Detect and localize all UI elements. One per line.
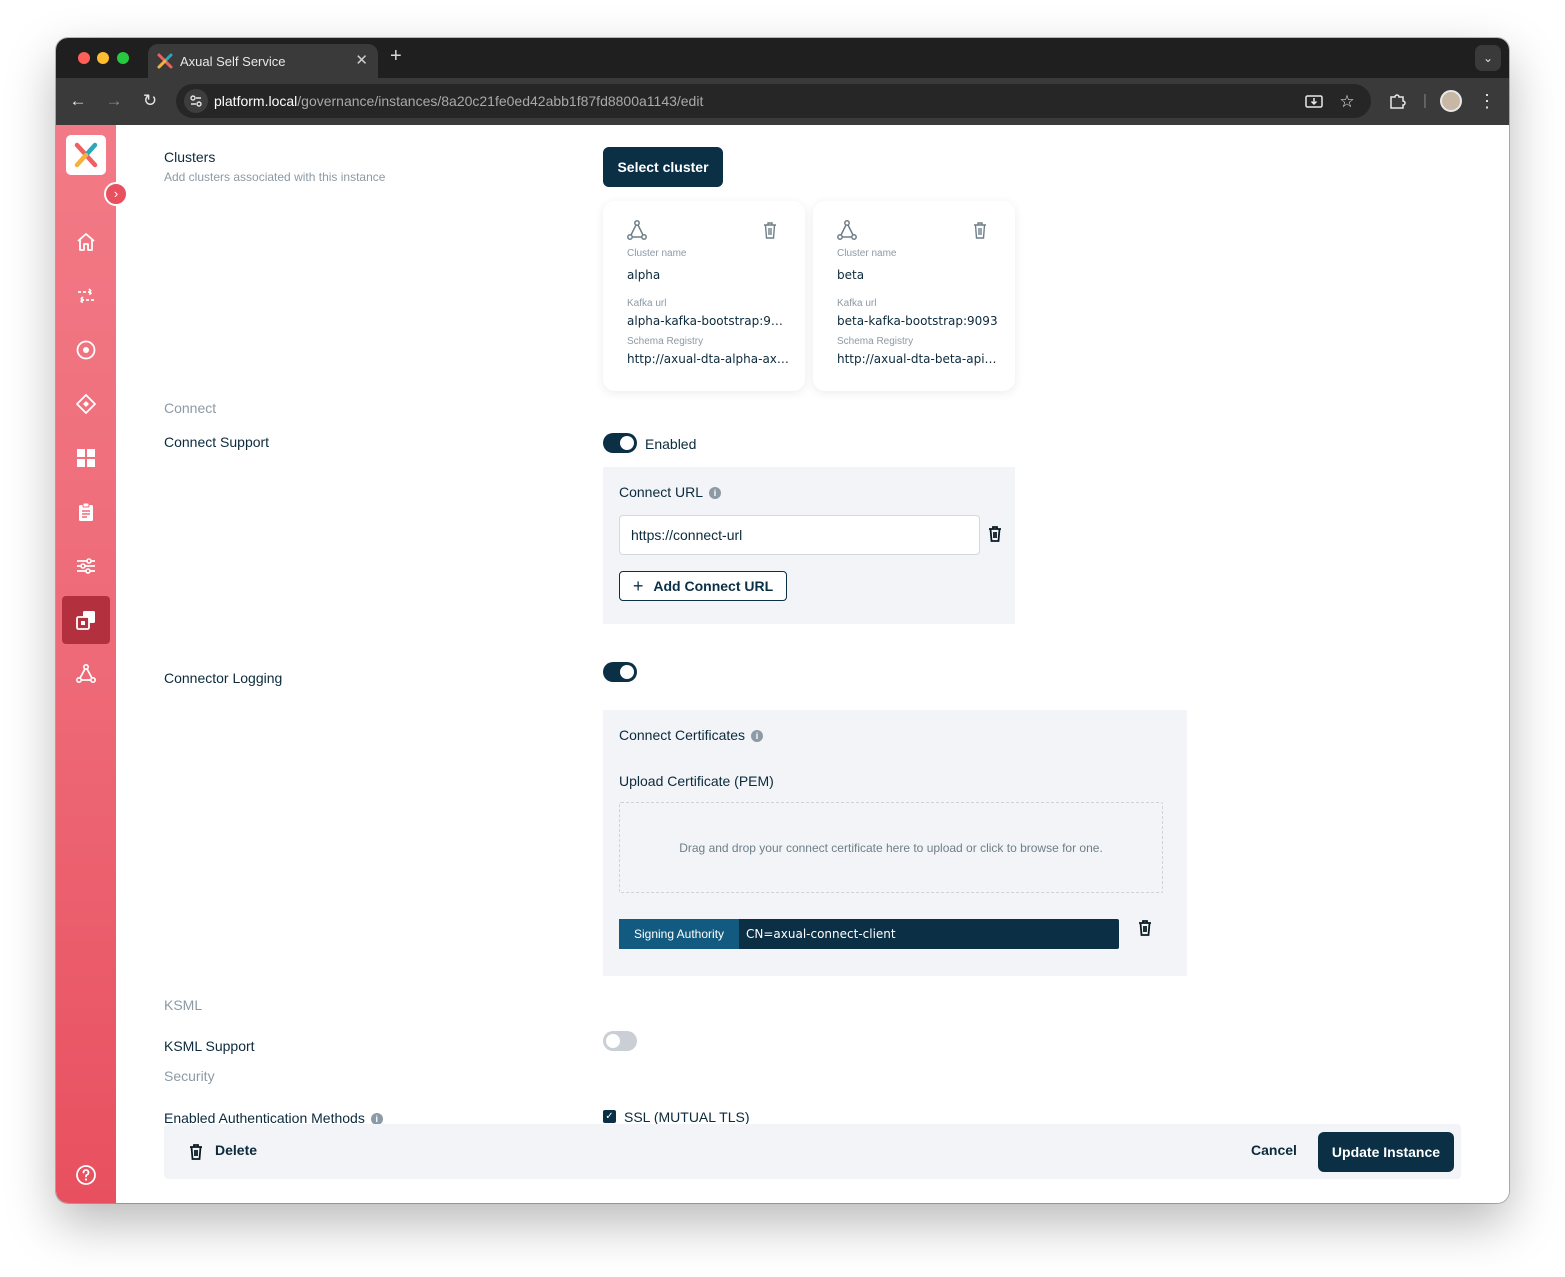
certificate-row: Signing Authority CN=axual-connect-clien… xyxy=(619,919,1119,949)
address-bar[interactable]: platform.local/governance/instances/8a20… xyxy=(176,84,1371,118)
reload-icon[interactable]: ↻ xyxy=(138,89,162,113)
ksml-section-title: KSML xyxy=(164,997,203,1013)
schema-registry-key: Schema Registry xyxy=(837,336,914,347)
connector-logging-label: Connector Logging xyxy=(164,670,283,686)
signing-authority-tag: Signing Authority xyxy=(619,919,739,949)
ksml-support-toggle[interactable] xyxy=(603,1031,637,1051)
connector-logging-toggle[interactable] xyxy=(603,662,637,682)
connect-url-panel: Connect URL i https://connect-url + Add Co… xyxy=(603,467,1015,624)
cluster-icon xyxy=(837,220,857,240)
instances-icon[interactable] xyxy=(74,608,98,632)
update-instance-button[interactable]: Update Instance xyxy=(1318,1132,1454,1172)
plus-icon: + xyxy=(632,575,644,596)
url-text: platform.local/governance/instances/8a20… xyxy=(214,93,704,109)
cluster-icon xyxy=(627,220,647,240)
dropzone-text: Drag and drop your connect certificate h… xyxy=(679,841,1103,855)
back-arrow-icon[interactable]: ← xyxy=(66,89,90,113)
connect-support-state: Enabled xyxy=(645,436,697,452)
tab-strip: Axual Self Service ✕ + ⌄ xyxy=(56,38,1509,78)
sidebar xyxy=(56,125,116,1203)
swap-arrows-icon[interactable] xyxy=(74,284,98,308)
clusters-label: Clusters xyxy=(164,149,216,165)
info-icon[interactable]: i xyxy=(709,487,722,499)
connect-support-label: Connect Support xyxy=(164,434,270,450)
site-settings-icon[interactable] xyxy=(184,89,208,113)
target-icon[interactable] xyxy=(74,338,98,362)
clipboard-icon[interactable] xyxy=(74,500,98,524)
toggle-knob xyxy=(620,665,634,679)
app-root: › Clusters Add clusters associated with … xyxy=(56,125,1509,1203)
schema-registry-key: Schema Registry xyxy=(627,336,704,347)
expand-sidebar-chevron-icon[interactable]: › xyxy=(104,182,128,206)
toggle-knob xyxy=(606,1034,620,1048)
diamond-icon[interactable] xyxy=(74,392,98,416)
tab-title: Axual Self Service xyxy=(180,54,286,69)
minimize-window-button[interactable] xyxy=(97,52,109,64)
add-connect-url-button[interactable]: + Add Connect URL xyxy=(619,571,787,601)
grid-icon[interactable] xyxy=(74,446,98,470)
help-icon[interactable] xyxy=(74,1163,98,1187)
info-icon[interactable]: i xyxy=(751,730,764,742)
cluster-name-key: Cluster name xyxy=(627,248,687,259)
more-menu-icon[interactable]: ⋮ xyxy=(1476,90,1498,112)
axual-favicon-icon xyxy=(157,53,173,69)
browser-tab[interactable]: Axual Self Service ✕ xyxy=(148,44,378,78)
browser-toolbar: ← → ↻ platform.local/governance/instance… xyxy=(56,78,1509,125)
form-footer: Delete Cancel Update Instance xyxy=(164,1124,1461,1179)
clusters-description: Add clusters associated with this instan… xyxy=(164,170,386,184)
tab-search-chevron-icon[interactable]: ⌄ xyxy=(1475,45,1501,71)
delete-cluster-beta-icon[interactable] xyxy=(971,220,989,240)
home-icon[interactable] xyxy=(74,230,98,254)
schema-registry-value: http://axual-dta-alpha-axual-apicurio:80… xyxy=(627,352,789,366)
delete-connect-url-icon[interactable] xyxy=(987,525,1003,543)
select-cluster-button[interactable]: Select cluster xyxy=(603,147,723,187)
kafka-url-value: beta-kafka-bootstrap:9093 xyxy=(837,314,998,328)
profile-avatar[interactable] xyxy=(1440,90,1462,112)
kafka-url-value: alpha-kafka-bootstrap:9093 xyxy=(627,314,789,328)
instance-edit-form: Clusters Add clusters associated with th… xyxy=(116,125,1509,1203)
new-tab-icon[interactable]: + xyxy=(390,45,402,68)
trash-icon xyxy=(190,1144,202,1160)
connect-support-toggle[interactable] xyxy=(603,433,637,453)
zoom-window-button[interactable] xyxy=(117,52,129,64)
sliders-icon[interactable] xyxy=(74,554,98,578)
delete-button[interactable]: Delete xyxy=(215,1142,257,1158)
cluster-name-key: Cluster name xyxy=(837,248,897,259)
close-window-button[interactable] xyxy=(78,52,90,64)
cluster-name-value: alpha xyxy=(627,268,661,282)
extensions-icon[interactable] xyxy=(1386,90,1408,112)
ksml-support-label: KSML Support xyxy=(164,1038,255,1054)
connect-url-input[interactable]: https://connect-url xyxy=(619,515,980,555)
certificate-dropzone[interactable]: Drag and drop your connect certificate h… xyxy=(619,802,1163,893)
install-app-icon[interactable] xyxy=(1304,92,1324,112)
cluster-name-value: beta xyxy=(837,268,865,282)
delete-certificate-icon[interactable] xyxy=(1137,919,1153,937)
cluster-icon[interactable] xyxy=(74,662,98,686)
delete-cluster-alpha-icon[interactable] xyxy=(761,220,779,240)
cluster-card-beta: Cluster name beta Kafka url beta-kafka-b… xyxy=(813,201,1015,391)
connect-section-title: Connect xyxy=(164,400,217,416)
toggle-knob xyxy=(620,436,634,450)
connect-certificates-label: Connect Certificates i xyxy=(619,727,764,743)
axual-logo-icon xyxy=(74,142,98,168)
kafka-url-key: Kafka url xyxy=(627,298,667,309)
close-tab-icon[interactable]: ✕ xyxy=(355,51,368,69)
cluster-card-alpha: Cluster name alpha Kafka url alpha-kafka… xyxy=(603,201,805,391)
kafka-url-key: Kafka url xyxy=(837,298,877,309)
upload-certificate-label: Upload Certificate (PEM) xyxy=(619,773,774,789)
toolbar-divider: | xyxy=(1423,92,1427,109)
ssl-checkbox[interactable]: ✓ xyxy=(603,1110,616,1123)
certificate-cn: CN=axual-connect-client xyxy=(746,927,896,941)
forward-arrow-icon[interactable]: → xyxy=(102,89,126,113)
security-section-title: Security xyxy=(164,1068,215,1084)
axual-logo[interactable] xyxy=(66,135,106,175)
schema-registry-value: http://axual-dta-beta-apicurio:8080 xyxy=(837,352,999,366)
browser-window: Axual Self Service ✕ + ⌄ ← → ↻ platform.… xyxy=(56,38,1509,1203)
bookmark-star-icon[interactable]: ☆ xyxy=(1337,92,1357,112)
ssl-checkbox-label: SSL (MUTUAL TLS) xyxy=(624,1109,750,1125)
connect-url-label: Connect URL i xyxy=(619,484,722,500)
connect-certificates-panel: Connect Certificates i Upload Certificate… xyxy=(603,710,1187,976)
cancel-button[interactable]: Cancel xyxy=(1251,1142,1297,1158)
